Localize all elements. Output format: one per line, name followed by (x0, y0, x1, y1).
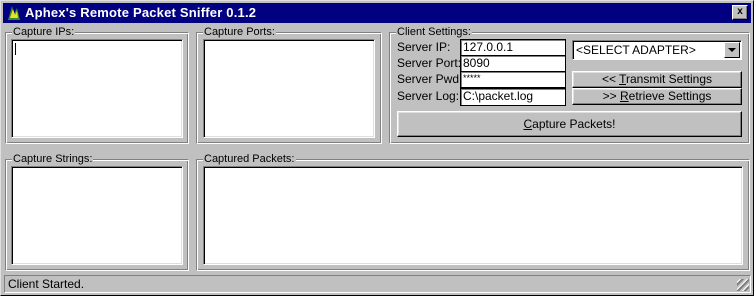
retrieve-mnemonic: R (619, 89, 629, 103)
capture-strings-label: Capture Strings: (12, 153, 94, 166)
window-title: Aphex's Remote Packet Sniffer 0.1.2 (25, 5, 257, 20)
server-port-label: Server Port: (397, 56, 462, 70)
adapter-select[interactable]: <SELECT ADAPTER> (572, 40, 742, 60)
capture-ports-textarea[interactable] (203, 39, 375, 138)
adapter-select-value: <SELECT ADAPTER> (576, 43, 696, 57)
status-bar: Client Started. (4, 275, 751, 293)
text-cursor (15, 43, 16, 55)
close-button[interactable]: x (732, 5, 748, 20)
capture-strings-textarea[interactable] (11, 166, 183, 265)
capture-mnemonic: C (523, 117, 533, 131)
captured-packets-textarea[interactable] (203, 166, 743, 265)
transmit-mnemonic: T (619, 72, 626, 86)
transmit-prefix: << (601, 72, 620, 86)
server-pwd-label: Server Pwd: (397, 72, 463, 86)
capture-ips-label: Capture IPs: (12, 26, 76, 39)
main-window: Aphex's Remote Packet Sniffer 0.1.2 x Ca… (0, 0, 754, 296)
captured-packets-label: Captured Packets: (203, 153, 296, 166)
server-ip-input[interactable]: 127.0.0.1 (460, 39, 566, 56)
capture-packets-button[interactable]: Capture Packets! (397, 111, 742, 137)
capture-label: apture Packets! (532, 117, 616, 131)
server-pwd-input[interactable]: ***** (460, 71, 566, 88)
title-bar[interactable]: Aphex's Remote Packet Sniffer 0.1.2 x (3, 3, 751, 23)
status-text: Client Started. (8, 277, 85, 291)
resize-grip-icon[interactable] (737, 279, 749, 291)
transmit-settings-button[interactable]: << Transmit Settings (572, 71, 742, 88)
retrieve-label: etrieve Settings (628, 89, 712, 103)
capture-ports-label: Capture Ports: (203, 26, 276, 39)
retrieve-prefix: >> (602, 89, 620, 103)
client-settings-label: Client Settings: (396, 26, 472, 39)
transmit-label: ransmit Settings (625, 72, 713, 86)
retrieve-settings-button[interactable]: >> Retrieve Settings (572, 88, 742, 105)
server-port-input[interactable]: 8090 (460, 55, 566, 72)
server-ip-label: Server IP: (397, 40, 451, 54)
app-icon (8, 6, 20, 20)
chevron-down-icon[interactable] (724, 42, 740, 58)
capture-ips-textarea[interactable] (11, 39, 183, 138)
server-log-input[interactable]: C:\packet.log (460, 88, 566, 106)
server-log-label: Server Log: (397, 89, 460, 103)
